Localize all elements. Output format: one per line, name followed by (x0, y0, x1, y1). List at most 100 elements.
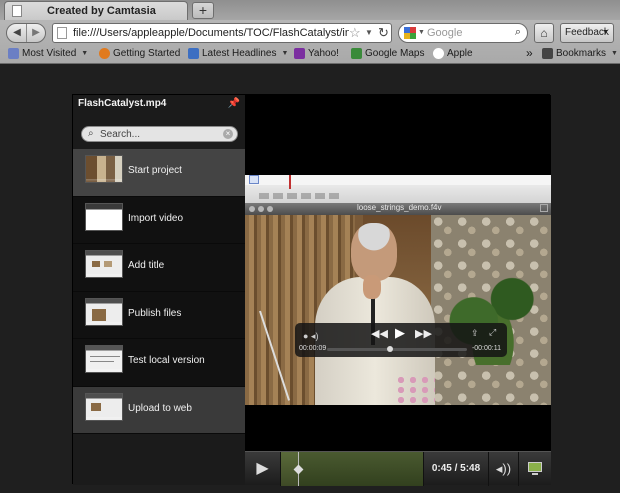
hud-progress-track (327, 348, 467, 351)
browser-tab[interactable]: Created by Camtasia (4, 1, 188, 20)
search-icon[interactable]: ⌕ (515, 26, 521, 39)
feedback-button[interactable]: Feedback ▼ (560, 23, 614, 43)
folder-icon (8, 48, 19, 59)
chapter-label: Start project (128, 165, 182, 176)
chapter-label: Test local version (128, 355, 205, 366)
rss-icon (188, 48, 199, 59)
volume-button[interactable]: ◂)) (489, 452, 519, 486)
bookmarks-toolbar: Most Visited ▼ Getting Started Latest He… (0, 46, 620, 64)
time-display: 0:45 / 5:48 (423, 452, 489, 486)
tab-title: Created by Camtasia (47, 5, 156, 17)
bookmark-star-icon[interactable]: ☆ (349, 25, 361, 41)
chapter-item-upload-to-web[interactable]: Upload to web (73, 386, 245, 434)
chapter-label: Publish files (128, 307, 182, 319)
new-tab-button[interactable]: + (192, 2, 214, 19)
chapter-label: Import video (128, 212, 184, 224)
hud-remaining-time: -00:00:11 (471, 345, 501, 352)
search-engine-dropdown-icon[interactable]: ▼ (418, 29, 425, 36)
chevron-down-icon: ▼ (81, 50, 89, 57)
recorded-window-title: loose_strings_demo.f4v (357, 203, 442, 212)
back-arrow-icon[interactable]: ◀ (10, 26, 24, 40)
google-icon (351, 48, 362, 59)
play-button[interactable]: ▶ (245, 452, 281, 486)
chevron-down-icon: ▼ (611, 50, 618, 57)
url-text[interactable]: file:///Users/appleapple/Documents/TOC/F… (73, 27, 349, 39)
clear-search-icon[interactable]: × (223, 129, 233, 139)
resize-icon (540, 204, 548, 212)
bookmark-getting-started[interactable]: Getting Started (99, 48, 180, 59)
play-icon: ▶ (395, 325, 405, 340)
apple-icon (433, 48, 444, 59)
bookmark-latest-headlines[interactable]: Latest Headlines ▼ (188, 48, 288, 59)
forward-arrow-icon[interactable]: ▶ (29, 26, 43, 40)
chapter-thumbnail (85, 297, 123, 326)
chapter-thumbnail (85, 155, 123, 183)
seek-bar[interactable] (281, 452, 423, 486)
share-icon: ⇪ (471, 328, 479, 338)
google-icon (404, 27, 416, 39)
recorded-player-hud: ● ◂) ◀◀ ▶ ▶▶ ⇪ ⤢ 00:00:09 -00:00:11 (295, 323, 507, 357)
home-button[interactable]: ⌂ (534, 23, 554, 43)
browser-chrome: Created by Camtasia + ◀ ▶ file:///Users/… (0, 0, 620, 64)
recorded-video-window: loose_strings_demo.f4v ● ◂) ◀◀ ▶ ▶▶ ⇪ ⤢ … (245, 203, 551, 405)
hud-elapsed-time: 00:00:09 (299, 345, 327, 352)
fullscreen-icon: ⤢ (489, 327, 497, 337)
chapter-sidebar: FlashCatalyst.mp4 📌 ⌕ × Start project Im… (73, 95, 245, 485)
chevron-down-icon: ▼ (281, 50, 289, 57)
hud-progress-knob (387, 346, 393, 352)
chapter-label: Upload to web (128, 402, 192, 414)
yahoo-icon (294, 48, 305, 59)
bookmark-yahoo[interactable]: Yahoo! (294, 48, 339, 59)
chapter-item-import-video[interactable]: Import video (73, 196, 245, 244)
home-icon: ⌂ (540, 26, 548, 40)
recorded-video-picture: ● ◂) ◀◀ ▶ ▶▶ ⇪ ⤢ 00:00:09 -00:00:11 (245, 215, 551, 405)
chapter-item-publish-files[interactable]: Publish files (73, 291, 245, 339)
search-placeholder: Google (427, 27, 463, 39)
video-stage[interactable]: loose_strings_demo.f4v ● ◂) ◀◀ ▶ ▶▶ ⇪ ⤢ … (245, 95, 551, 451)
chapter-thumbnail (85, 250, 123, 278)
chapter-thumbnail (85, 345, 123, 373)
chapter-search-input[interactable] (100, 128, 220, 140)
bookmarks-overflow-button[interactable]: » (526, 46, 533, 60)
url-bar[interactable]: file:///Users/appleapple/Documents/TOC/F… (52, 23, 392, 43)
search-icon: ⌕ (88, 128, 94, 139)
url-history-dropdown-icon[interactable]: ▼ (365, 28, 373, 37)
bookmarks-menu-button[interactable]: Bookmarks ▼ (542, 48, 618, 59)
video-frame: loose_strings_demo.f4v ● ◂) ◀◀ ▶ ▶▶ ⇪ ⤢ … (245, 175, 551, 405)
seek-handle[interactable] (295, 452, 303, 486)
seek-bar-remaining (299, 452, 423, 486)
chapter-item-test-local-version[interactable]: Test local version (73, 339, 245, 387)
chapter-item-start-project[interactable]: Start project (73, 149, 245, 197)
rewind-icon: ◀◀ (371, 328, 388, 340)
window-controls-icon (249, 206, 273, 212)
monitor-icon (528, 462, 542, 472)
recorded-browser-top (245, 175, 551, 203)
chapter-search-box[interactable]: ⌕ × (81, 126, 238, 142)
play-icon: ▶ (256, 460, 269, 477)
bookmarks-icon (542, 48, 553, 59)
firefox-icon (99, 48, 110, 59)
chapter-label: Add title (128, 260, 165, 271)
recorded-tab-icon (249, 175, 259, 184)
volume-icon: ◂)) (495, 461, 512, 476)
sidebar-header: FlashCatalyst.mp4 📌 (73, 95, 245, 117)
bookmark-google-maps[interactable]: Google Maps (351, 48, 424, 59)
bookmark-apple[interactable]: Apple (433, 48, 473, 59)
document-icon (12, 5, 22, 17)
pin-icon[interactable]: 📌 (228, 98, 240, 109)
bookmark-most-visited[interactable]: Most Visited ▼ (8, 48, 88, 59)
screen-size-button[interactable] (519, 452, 551, 486)
chapter-thumbnail (85, 202, 123, 231)
volume-icon: ● ◂) (303, 331, 319, 341)
page-favicon-icon (57, 27, 67, 39)
chapter-thumbnail (85, 392, 123, 421)
video-player: FlashCatalyst.mp4 📌 ⌕ × Start project Im… (72, 94, 551, 486)
back-forward-buttons: ◀ ▶ (6, 23, 46, 43)
chapter-list: Start project Import video Add title Pub… (73, 149, 245, 434)
reload-icon[interactable]: ↻ (378, 25, 389, 41)
search-bar[interactable]: ▼ Google ⌕ (398, 23, 528, 43)
player-control-bar: ▶ 0:45 / 5:48 ◂)) (245, 451, 551, 486)
chapter-item-add-title[interactable]: Add title (73, 244, 245, 292)
tab-strip: Created by Camtasia + (0, 0, 620, 20)
fast-forward-icon: ▶▶ (415, 328, 432, 340)
